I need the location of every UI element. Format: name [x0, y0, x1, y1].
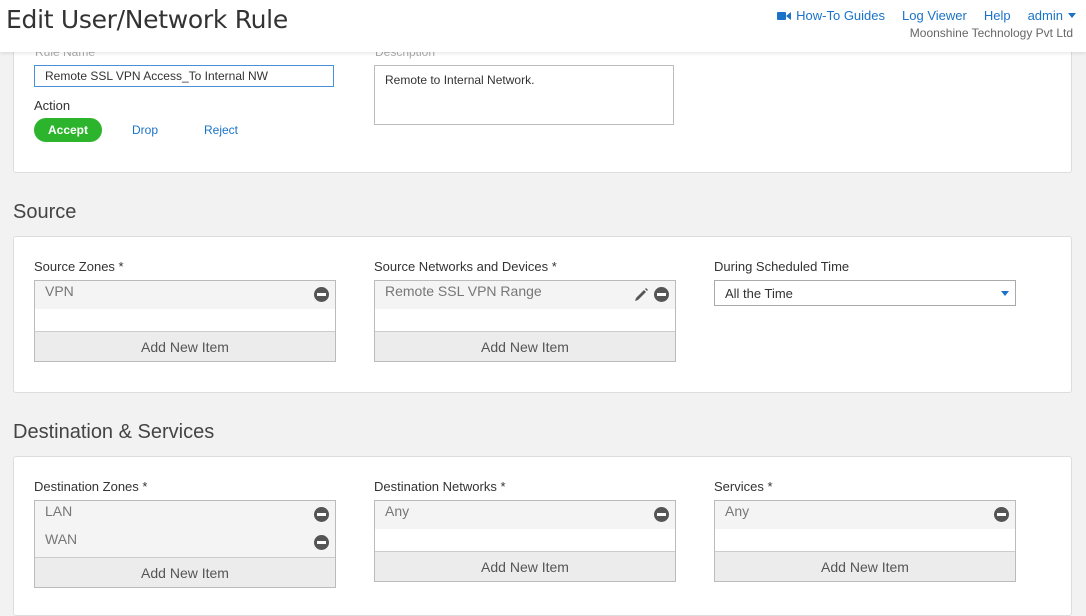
destination-zones-list: LAN WAN Add New Item [34, 500, 336, 588]
remove-icon[interactable] [994, 507, 1009, 522]
add-service-button[interactable]: Add New Item [715, 551, 1015, 581]
help-link[interactable]: Help [984, 8, 1011, 23]
list-item: WAN [35, 529, 335, 557]
description-textarea[interactable]: Remote to Internal Network. [374, 65, 674, 125]
rule-name-input[interactable] [34, 65, 334, 87]
list-item: Any [375, 501, 675, 529]
source-networks-label: Source Networks and Devices * [374, 259, 557, 274]
add-destination-zone-button[interactable]: Add New Item [35, 557, 335, 587]
action-label: Action [34, 98, 71, 113]
video-camera-icon [777, 11, 792, 20]
source-zones-list: VPN Add New Item [34, 280, 336, 362]
list-item: Any [715, 501, 1015, 529]
add-source-network-button[interactable]: Add New Item [375, 331, 675, 361]
services-list: Any Add New Item [714, 500, 1016, 582]
top-nav: How-To Guides Log Viewer Help admin [777, 8, 1076, 23]
page-title: Edit User/Network Rule [6, 5, 288, 34]
remove-icon[interactable] [654, 507, 669, 522]
destination-networks-label: Destination Networks * [374, 479, 506, 494]
schedule-label: During Scheduled Time [714, 259, 850, 274]
source-panel: Source Zones * Source Networks and Devic… [13, 236, 1072, 393]
reject-action-button[interactable]: Reject [196, 118, 246, 142]
company-name: Moonshine Technology Pvt Ltd [909, 26, 1073, 40]
accept-action-button[interactable]: Accept [34, 118, 102, 142]
remove-icon[interactable] [314, 507, 329, 522]
add-source-zone-button[interactable]: Add New Item [35, 331, 335, 361]
chevron-down-icon [1068, 13, 1076, 18]
source-section-title: Source [13, 201, 77, 223]
source-zones-label: Source Zones * [34, 259, 124, 274]
pencil-icon[interactable] [633, 287, 649, 303]
add-destination-network-button[interactable]: Add New Item [375, 551, 675, 581]
chevron-down-icon [1001, 291, 1009, 296]
schedule-select[interactable]: All the Time [714, 280, 1016, 306]
list-item: Remote SSL VPN Range [375, 281, 675, 309]
drop-action-button[interactable]: Drop [122, 118, 168, 142]
destination-zones-label: Destination Zones * [34, 479, 148, 494]
destination-section-title: Destination & Services [13, 421, 215, 443]
remove-icon[interactable] [314, 535, 329, 550]
remove-icon[interactable] [314, 287, 329, 302]
remove-icon[interactable] [654, 287, 669, 302]
log-viewer-link[interactable]: Log Viewer [902, 8, 967, 23]
list-item: LAN [35, 501, 335, 529]
destination-panel: Destination Zones * Destination Networks… [13, 456, 1072, 616]
admin-menu[interactable]: admin [1028, 8, 1076, 23]
page-header: Edit User/Network Rule How-To Guides Log… [0, 0, 1086, 52]
services-label: Services * [714, 479, 773, 494]
destination-networks-list: Any Add New Item [374, 500, 676, 582]
list-item: VPN [35, 281, 335, 309]
how-to-guides-link[interactable]: How-To Guides [777, 8, 885, 23]
source-networks-list: Remote SSL VPN Range Add New Item [374, 280, 676, 362]
